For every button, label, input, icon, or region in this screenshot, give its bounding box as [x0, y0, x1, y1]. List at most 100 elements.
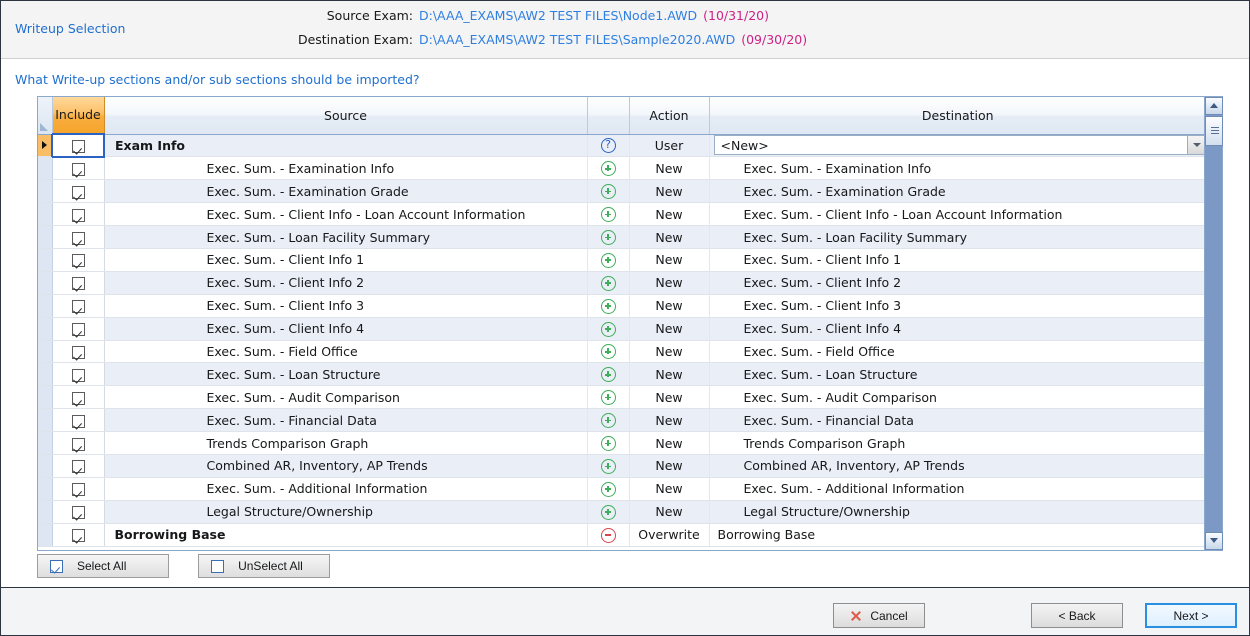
row-indicator[interactable] [38, 271, 52, 294]
include-checkbox-cell[interactable] [52, 248, 104, 271]
action-icon-cell[interactable] [587, 340, 629, 363]
checkbox-checked-icon[interactable] [72, 346, 85, 359]
scroll-down-button[interactable] [1205, 532, 1223, 550]
plus-circle-icon[interactable] [601, 299, 616, 314]
select-all-button[interactable]: Select All [37, 554, 169, 578]
action-icon-cell[interactable] [587, 294, 629, 317]
destination-cell[interactable]: Exec. Sum. - Loan Structure [709, 363, 1204, 386]
checkbox-checked-icon[interactable] [72, 277, 85, 290]
table-row[interactable]: Exam InfoUser<New> [38, 134, 1204, 157]
plus-circle-icon[interactable] [601, 276, 616, 291]
checkbox-checked-icon[interactable] [72, 254, 85, 267]
checkbox-checked-icon[interactable] [72, 438, 85, 451]
plus-circle-icon[interactable] [601, 344, 616, 359]
plus-circle-icon[interactable] [601, 436, 616, 451]
table-row[interactable]: Exec. Sum. - Loan StructureNewExec. Sum.… [38, 363, 1204, 386]
action-icon-cell[interactable] [587, 157, 629, 180]
action-icon-cell[interactable] [587, 454, 629, 477]
plus-circle-icon[interactable] [601, 253, 616, 268]
destination-cell[interactable]: Exec. Sum. - Audit Comparison [709, 386, 1204, 409]
row-indicator[interactable] [38, 226, 52, 249]
destination-cell[interactable]: Borrowing Base [709, 523, 1204, 546]
row-indicator[interactable] [38, 134, 52, 157]
destination-cell[interactable]: Exec. Sum. - Client Info 2 [709, 271, 1204, 294]
row-indicator[interactable] [38, 454, 52, 477]
checkbox-checked-icon[interactable] [72, 140, 85, 153]
action-icon-cell[interactable] [587, 180, 629, 203]
plus-circle-icon[interactable] [601, 207, 616, 222]
action-icon-cell[interactable] [587, 500, 629, 523]
include-checkbox-cell[interactable] [52, 386, 104, 409]
row-indicator[interactable] [38, 523, 52, 546]
action-icon-cell[interactable] [587, 226, 629, 249]
table-row[interactable]: Exec. Sum. - Client Info 4NewExec. Sum. … [38, 317, 1204, 340]
back-button[interactable]: < Back [1031, 603, 1123, 628]
destination-cell[interactable]: Exec. Sum. - Client Info - Loan Account … [709, 203, 1204, 226]
row-indicator[interactable] [38, 340, 52, 363]
checkbox-checked-icon[interactable] [72, 300, 85, 313]
checkbox-checked-icon[interactable] [72, 232, 85, 245]
table-row[interactable]: Exec. Sum. - Additional InformationNewEx… [38, 477, 1204, 500]
table-row[interactable]: Exec. Sum. - Client Info 1NewExec. Sum. … [38, 248, 1204, 271]
include-checkbox-cell[interactable] [52, 454, 104, 477]
row-indicator[interactable] [38, 157, 52, 180]
plus-circle-icon[interactable] [601, 230, 616, 245]
column-header-action-icon[interactable] [587, 97, 629, 134]
destination-cell[interactable]: Exec. Sum. - Examination Info [709, 157, 1204, 180]
unselect-all-button[interactable]: UnSelect All [198, 554, 330, 578]
row-indicator[interactable] [38, 180, 52, 203]
include-checkbox-cell[interactable] [52, 203, 104, 226]
next-button[interactable]: Next > [1145, 603, 1237, 628]
include-checkbox-cell[interactable] [52, 294, 104, 317]
destination-cell[interactable]: Exec. Sum. - Client Info 4 [709, 317, 1204, 340]
checkbox-checked-icon[interactable] [72, 529, 85, 542]
row-indicator[interactable] [38, 432, 52, 455]
include-checkbox-cell[interactable] [52, 226, 104, 249]
destination-cell[interactable]: <New> [709, 134, 1204, 157]
chevron-down-icon[interactable] [1187, 136, 1204, 154]
table-row[interactable]: Exec. Sum. - Field OfficeNewExec. Sum. -… [38, 340, 1204, 363]
table-row[interactable]: Combined AR, Inventory, AP TrendsNewComb… [38, 454, 1204, 477]
plus-circle-icon[interactable] [601, 184, 616, 199]
include-checkbox-cell[interactable] [52, 409, 104, 432]
scroll-up-button[interactable] [1205, 97, 1223, 115]
column-header-destination[interactable]: Destination [709, 97, 1204, 134]
plus-circle-icon[interactable] [601, 482, 616, 497]
question-circle-icon[interactable] [601, 138, 616, 153]
checkbox-checked-icon[interactable] [72, 209, 85, 222]
destination-cell[interactable]: Exec. Sum. - Examination Grade [709, 180, 1204, 203]
column-header-action[interactable]: Action [629, 97, 709, 134]
checkbox-checked-icon[interactable] [72, 460, 85, 473]
action-icon-cell[interactable] [587, 432, 629, 455]
row-indicator[interactable] [38, 477, 52, 500]
destination-cell[interactable]: Trends Comparison Graph [709, 432, 1204, 455]
destination-combobox[interactable]: <New> [714, 135, 1205, 155]
action-icon-cell[interactable] [587, 523, 629, 546]
column-header-source[interactable]: Source [104, 97, 587, 134]
row-indicator[interactable] [38, 386, 52, 409]
destination-cell[interactable]: Exec. Sum. - Loan Facility Summary [709, 226, 1204, 249]
table-row[interactable]: Borrowing BaseOverwriteBorrowing Base [38, 523, 1204, 546]
include-checkbox-cell[interactable] [52, 340, 104, 363]
cancel-button[interactable]: Cancel [833, 603, 925, 628]
action-icon-cell[interactable] [587, 134, 629, 157]
action-icon-cell[interactable] [587, 271, 629, 294]
destination-cell[interactable]: Exec. Sum. - Client Info 1 [709, 248, 1204, 271]
table-row[interactable]: Exec. Sum. - Client Info - Loan Account … [38, 203, 1204, 226]
checkbox-checked-icon[interactable] [72, 415, 85, 428]
table-row[interactable]: Legal Structure/OwnershipNewLegal Struct… [38, 500, 1204, 523]
plus-circle-icon[interactable] [601, 505, 616, 520]
destination-cell[interactable]: Combined AR, Inventory, AP Trends [709, 454, 1204, 477]
scrollbar-thumb[interactable] [1205, 116, 1223, 146]
include-checkbox-cell[interactable] [52, 432, 104, 455]
include-checkbox-cell[interactable] [52, 134, 104, 157]
table-row[interactable]: Exec. Sum. - Audit ComparisonNewExec. Su… [38, 386, 1204, 409]
table-row[interactable]: Exec. Sum. - Loan Facility SummaryNewExe… [38, 226, 1204, 249]
checkbox-checked-icon[interactable] [72, 392, 85, 405]
table-row[interactable]: Exec. Sum. - Examination InfoNewExec. Su… [38, 157, 1204, 180]
include-checkbox-cell[interactable] [52, 317, 104, 340]
checkbox-checked-icon[interactable] [72, 323, 85, 336]
row-indicator[interactable] [38, 203, 52, 226]
action-icon-cell[interactable] [587, 363, 629, 386]
select-all-corner-icon[interactable] [40, 123, 48, 131]
